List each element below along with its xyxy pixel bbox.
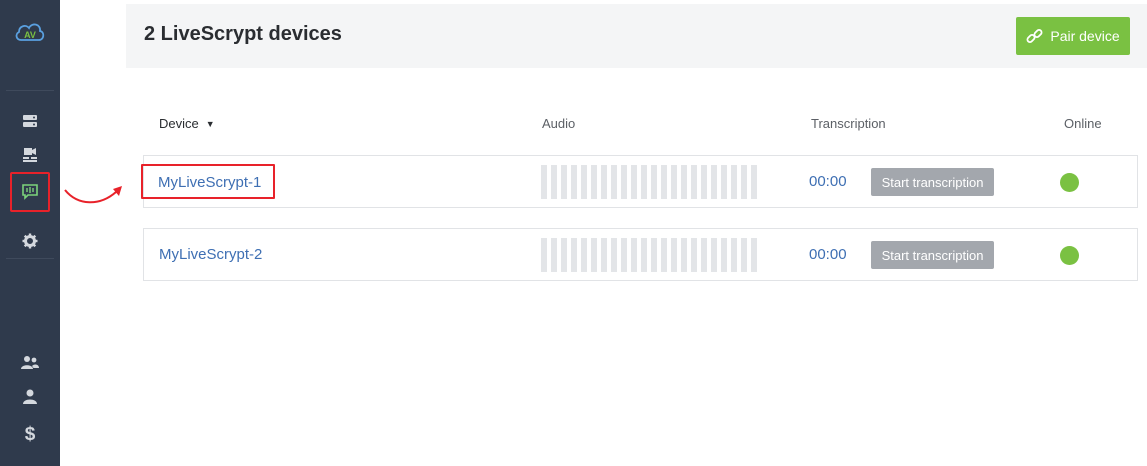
audio-meter-segment <box>611 165 617 199</box>
video-recorder-icon[interactable] <box>19 144 41 166</box>
page-header: 2 LiveScrypt devices Pair device <box>126 4 1147 68</box>
audio-meter-segment <box>701 238 707 272</box>
audio-meter-segment <box>641 238 647 272</box>
sidebar: AV $ <box>0 0 60 466</box>
audio-meter-segment <box>671 238 677 272</box>
audio-meter-segment <box>621 238 627 272</box>
audio-meter-segment <box>671 165 677 199</box>
device-name-link[interactable]: MyLiveScrypt-1 <box>141 164 276 199</box>
audio-meter-segment <box>561 165 567 199</box>
dollar-glyph: $ <box>24 424 36 445</box>
svg-text:AV: AV <box>24 30 36 40</box>
audio-meter-segment <box>561 238 567 272</box>
audio-meter-segment <box>611 238 617 272</box>
start-transcription-button[interactable]: Start transcription <box>871 168 994 196</box>
audio-meter-segment <box>691 165 697 199</box>
online-status-indicator <box>1060 246 1079 265</box>
audio-meter-segment <box>631 238 637 272</box>
av-cloud-logo[interactable]: AV <box>14 18 46 48</box>
start-transcription-button[interactable]: Start transcription <box>871 241 994 269</box>
audio-meter-segment <box>711 165 717 199</box>
audio-meter-segment <box>571 238 577 272</box>
livescrypt-device-icon[interactable] <box>10 172 50 212</box>
audio-meter-segment <box>681 238 687 272</box>
audio-meter-segment <box>541 165 547 199</box>
audio-meter-segment <box>581 165 587 199</box>
audio-meter-segment <box>661 165 667 199</box>
audio-meter-segment <box>661 238 667 272</box>
device-row: MyLiveScrypt-1 00:00 Start transcription <box>141 155 1138 208</box>
audio-meter-segment <box>601 165 607 199</box>
dollar-icon[interactable]: $ <box>19 424 41 446</box>
online-column-header: Online <box>1064 116 1102 131</box>
audio-meter-segment <box>711 238 717 272</box>
audio-meter-segment <box>571 165 577 199</box>
user-icon[interactable] <box>19 386 41 408</box>
audio-meter-segment <box>621 165 627 199</box>
link-icon <box>1026 28 1043 43</box>
transcription-timer: 00:00 <box>809 246 847 263</box>
pair-device-label: Pair device <box>1050 28 1120 44</box>
audio-meter-segment <box>641 165 647 199</box>
annotation-arrow-icon <box>64 186 122 204</box>
audio-meter-segment <box>731 165 737 199</box>
page-title: 2 LiveScrypt devices <box>144 23 342 45</box>
audio-meter-segment <box>541 238 547 272</box>
gear-icon[interactable] <box>19 230 41 252</box>
audio-meter-segment <box>751 165 757 199</box>
audio-meter-segment <box>591 238 597 272</box>
audio-meter-segment <box>741 165 747 199</box>
audio-meter-segment <box>631 165 637 199</box>
audio-meter-segment <box>551 238 557 272</box>
device-row: MyLiveScrypt-2 00:00 Start transcription <box>143 228 1138 281</box>
sidebar-divider <box>6 90 54 91</box>
device-column-header[interactable]: Device ▼ <box>159 116 215 131</box>
sidebar-divider <box>6 258 54 259</box>
transcription-column-header: Transcription <box>811 116 886 131</box>
audio-meter-segment <box>691 238 697 272</box>
audio-level-meter <box>541 238 757 272</box>
audio-meter-segment <box>681 165 687 199</box>
audio-meter-segment <box>751 238 757 272</box>
transcription-timer: 00:00 <box>809 173 847 190</box>
audio-meter-segment <box>591 165 597 199</box>
server-icon[interactable] <box>19 110 41 132</box>
audio-meter-segment <box>551 165 557 199</box>
online-status-indicator <box>1060 173 1079 192</box>
audio-meter-segment <box>651 238 657 272</box>
audio-meter-segment <box>721 165 727 199</box>
audio-column-header: Audio <box>542 116 576 131</box>
audio-meter-segment <box>741 238 747 272</box>
users-icon[interactable] <box>19 352 41 374</box>
audio-meter-segment <box>601 238 607 272</box>
audio-meter-segment <box>731 238 737 272</box>
audio-meter-segment <box>581 238 587 272</box>
device-name-link[interactable]: MyLiveScrypt-2 <box>159 246 262 263</box>
audio-level-meter <box>541 165 757 199</box>
audio-meter-segment <box>721 238 727 272</box>
sort-down-icon: ▼ <box>205 119 215 129</box>
audio-meter-segment <box>651 165 657 199</box>
pair-device-button[interactable]: Pair device <box>1016 17 1130 55</box>
device-column-label: Device <box>159 116 199 131</box>
audio-meter-segment <box>701 165 707 199</box>
